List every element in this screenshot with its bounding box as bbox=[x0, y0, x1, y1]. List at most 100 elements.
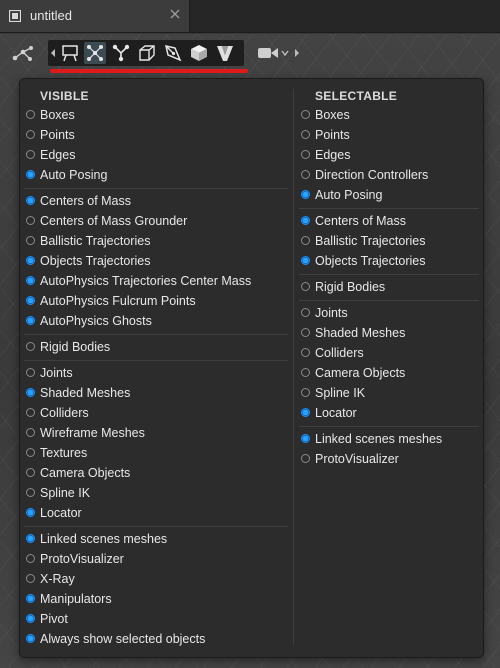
visible-option-row[interactable]: Rigid Bodies bbox=[20, 338, 292, 358]
radio-unchecked-icon[interactable] bbox=[301, 308, 310, 317]
visible-option-row[interactable]: Centers of Mass bbox=[20, 192, 292, 212]
radio-unchecked-icon[interactable] bbox=[26, 110, 35, 119]
chevron-down-icon[interactable] bbox=[281, 50, 289, 56]
selectable-option-row[interactable]: Ballistic Trajectories bbox=[296, 232, 483, 252]
visible-option-row[interactable]: Wireframe Meshes bbox=[20, 424, 292, 444]
selectable-option-row[interactable]: Joints bbox=[296, 304, 483, 324]
visible-option-row[interactable]: Colliders bbox=[20, 404, 292, 424]
selectable-option-row[interactable]: ProtoVisualizer bbox=[296, 450, 483, 470]
graph-nodes-button[interactable] bbox=[84, 42, 106, 64]
visible-option-row[interactable]: Joints bbox=[20, 364, 292, 384]
selectable-option-row[interactable]: Points bbox=[296, 126, 483, 146]
radio-checked-icon[interactable] bbox=[26, 196, 35, 205]
radio-unchecked-icon[interactable] bbox=[301, 236, 310, 245]
pen-tool-button[interactable] bbox=[162, 42, 184, 64]
radio-checked-icon[interactable] bbox=[26, 614, 35, 623]
selectable-option-row[interactable]: Spline IK bbox=[296, 384, 483, 404]
radio-unchecked-icon[interactable] bbox=[26, 368, 35, 377]
radio-checked-icon[interactable] bbox=[26, 634, 35, 643]
radio-unchecked-icon[interactable] bbox=[301, 110, 310, 119]
radio-checked-icon[interactable] bbox=[26, 276, 35, 285]
rig-icon[interactable] bbox=[11, 44, 35, 64]
selectable-option-row[interactable]: Linked scenes meshes bbox=[296, 430, 483, 450]
presentation-button[interactable] bbox=[59, 42, 81, 64]
radio-unchecked-icon[interactable] bbox=[26, 488, 35, 497]
radio-checked-icon[interactable] bbox=[301, 216, 310, 225]
visible-option-row[interactable]: Linked scenes meshes bbox=[20, 530, 292, 550]
visible-option-row[interactable]: Textures bbox=[20, 444, 292, 464]
radio-checked-icon[interactable] bbox=[26, 508, 35, 517]
radio-unchecked-icon[interactable] bbox=[26, 448, 35, 457]
camera-icon[interactable] bbox=[257, 45, 279, 61]
visible-option-row[interactable]: Edges bbox=[20, 146, 292, 166]
radio-unchecked-icon[interactable] bbox=[301, 368, 310, 377]
radio-unchecked-icon[interactable] bbox=[301, 388, 310, 397]
visible-option-row[interactable]: AutoPhysics Fulcrum Points bbox=[20, 292, 292, 312]
radio-unchecked-icon[interactable] bbox=[26, 468, 35, 477]
radio-checked-icon[interactable] bbox=[301, 408, 310, 417]
radio-checked-icon[interactable] bbox=[26, 256, 35, 265]
selectable-option-row[interactable]: Boxes bbox=[296, 106, 483, 126]
radio-unchecked-icon[interactable] bbox=[26, 574, 35, 583]
radio-checked-icon[interactable] bbox=[301, 434, 310, 443]
visible-option-row[interactable]: Camera Objects bbox=[20, 464, 292, 484]
radio-checked-icon[interactable] bbox=[301, 256, 310, 265]
visible-option-row[interactable]: Boxes bbox=[20, 106, 292, 126]
radio-unchecked-icon[interactable] bbox=[26, 408, 35, 417]
visible-option-row[interactable]: Points bbox=[20, 126, 292, 146]
radio-unchecked-icon[interactable] bbox=[301, 454, 310, 463]
radio-checked-icon[interactable] bbox=[26, 534, 35, 543]
radio-unchecked-icon[interactable] bbox=[301, 130, 310, 139]
visible-option-row[interactable]: Always show selected objects bbox=[20, 630, 292, 650]
selectable-option-row[interactable]: Direction Controllers bbox=[296, 166, 483, 186]
radio-unchecked-icon[interactable] bbox=[26, 130, 35, 139]
visible-option-row[interactable]: X-Ray bbox=[20, 570, 292, 590]
selectable-option-row[interactable]: Auto Posing bbox=[296, 186, 483, 206]
visible-option-row[interactable]: ProtoVisualizer bbox=[20, 550, 292, 570]
tab-untitled[interactable]: untitled bbox=[0, 0, 190, 32]
selectable-option-row[interactable]: Centers of Mass bbox=[296, 212, 483, 232]
radio-unchecked-icon[interactable] bbox=[26, 428, 35, 437]
radio-unchecked-icon[interactable] bbox=[301, 170, 310, 179]
visible-option-row[interactable]: Manipulators bbox=[20, 590, 292, 610]
wireframe-button[interactable] bbox=[136, 42, 158, 64]
radio-unchecked-icon[interactable] bbox=[26, 236, 35, 245]
radio-checked-icon[interactable] bbox=[26, 170, 35, 179]
visible-option-row[interactable]: Auto Posing bbox=[20, 166, 292, 186]
visible-option-row[interactable]: Centers of Mass Grounder bbox=[20, 212, 292, 232]
radio-unchecked-icon[interactable] bbox=[26, 150, 35, 159]
selectable-option-row[interactable]: Colliders bbox=[296, 344, 483, 364]
selectable-option-row[interactable]: Objects Trajectories bbox=[296, 252, 483, 272]
radio-checked-icon[interactable] bbox=[26, 594, 35, 603]
visible-option-row[interactable]: Objects Trajectories bbox=[20, 252, 292, 272]
radio-unchecked-icon[interactable] bbox=[26, 342, 35, 351]
radio-checked-icon[interactable] bbox=[26, 296, 35, 305]
radio-unchecked-icon[interactable] bbox=[26, 216, 35, 225]
selectable-option-row[interactable]: Shaded Meshes bbox=[296, 324, 483, 344]
visible-option-row[interactable]: AutoPhysics Ghosts bbox=[20, 312, 292, 332]
visible-option-row[interactable]: Pivot bbox=[20, 610, 292, 630]
selectable-option-row[interactable]: Edges bbox=[296, 146, 483, 166]
shaded-button[interactable] bbox=[188, 42, 210, 64]
selectable-option-row[interactable]: Rigid Bodies bbox=[296, 278, 483, 298]
close-icon[interactable] bbox=[168, 7, 182, 21]
textured-button[interactable] bbox=[214, 42, 236, 64]
visible-option-row[interactable]: AutoPhysics Trajectories Center Mass bbox=[20, 272, 292, 292]
branch-button[interactable] bbox=[110, 42, 132, 64]
visible-option-row[interactable]: Shaded Meshes bbox=[20, 384, 292, 404]
radio-checked-icon[interactable] bbox=[301, 190, 310, 199]
radio-unchecked-icon[interactable] bbox=[301, 348, 310, 357]
scroll-right-icon[interactable] bbox=[294, 48, 300, 58]
radio-unchecked-icon[interactable] bbox=[26, 554, 35, 563]
radio-checked-icon[interactable] bbox=[26, 316, 35, 325]
visible-option-row[interactable]: Spline IK bbox=[20, 484, 292, 504]
visible-option-row[interactable]: Locator bbox=[20, 504, 292, 524]
radio-unchecked-icon[interactable] bbox=[301, 150, 310, 159]
radio-unchecked-icon[interactable] bbox=[301, 328, 310, 337]
radio-checked-icon[interactable] bbox=[26, 388, 35, 397]
selectable-option-row[interactable]: Locator bbox=[296, 404, 483, 424]
scroll-left-icon[interactable] bbox=[50, 48, 56, 58]
visible-option-row[interactable]: Ballistic Trajectories bbox=[20, 232, 292, 252]
radio-unchecked-icon[interactable] bbox=[301, 282, 310, 291]
selectable-option-row[interactable]: Camera Objects bbox=[296, 364, 483, 384]
